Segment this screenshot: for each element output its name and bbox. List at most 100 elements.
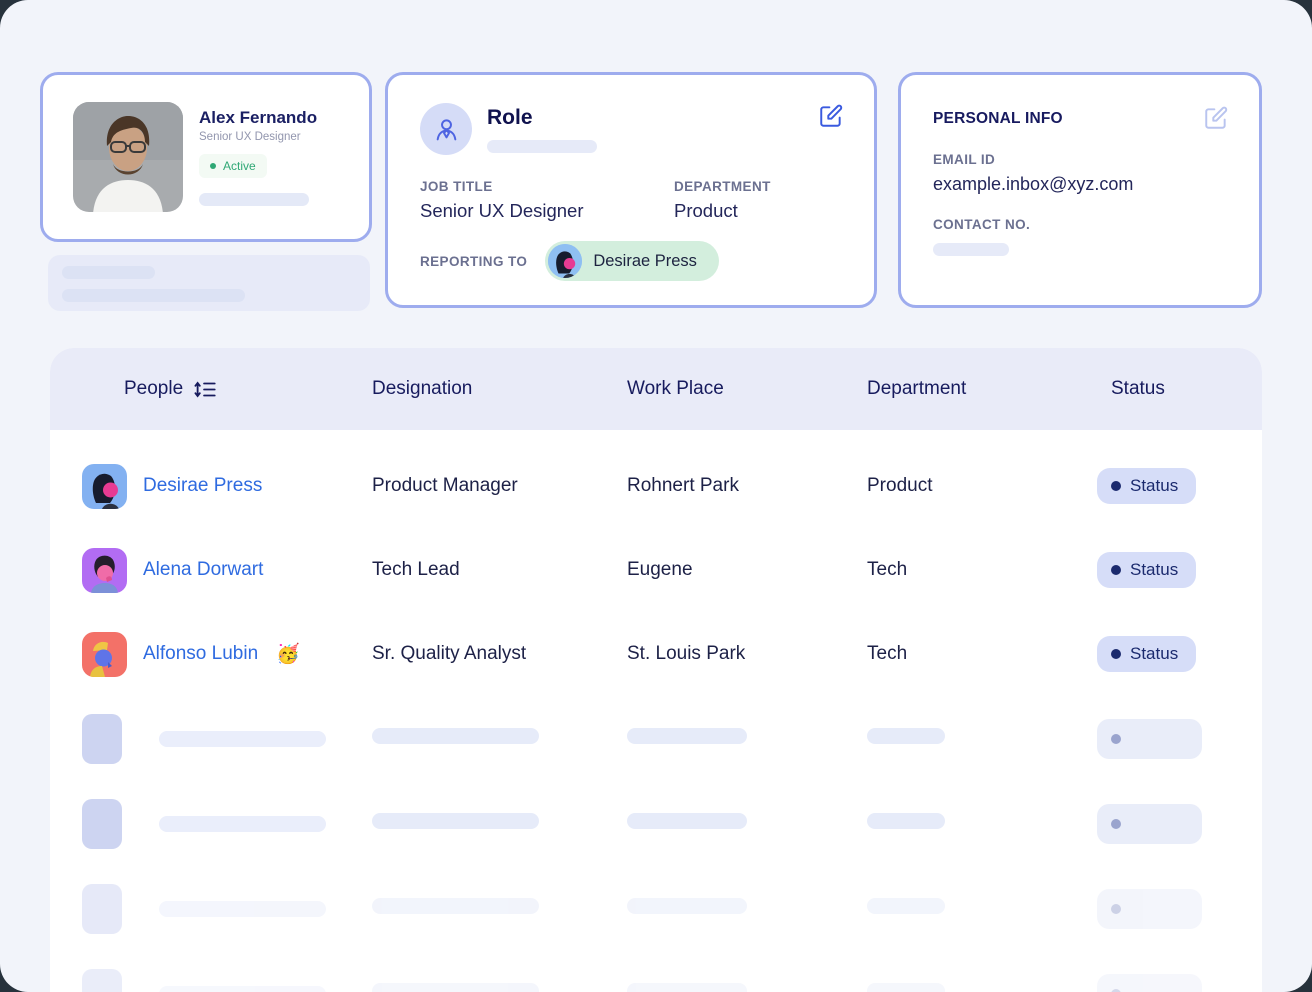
skeleton-table-row	[50, 781, 1262, 866]
skeleton-table-row	[50, 696, 1262, 781]
people-table: People Designation Work Place Department…	[50, 348, 1262, 992]
skeleton-bar	[627, 813, 747, 829]
skeleton-bar	[627, 728, 747, 744]
skeleton-bar	[372, 728, 539, 744]
skeleton-status-pill	[1097, 719, 1202, 759]
status-badge: Active	[199, 154, 267, 178]
avatar	[82, 632, 127, 677]
skeleton-avatar	[82, 884, 122, 934]
email-value: example.inbox@xyz.com	[933, 174, 1229, 195]
skeleton-bar	[159, 731, 326, 747]
skeleton-avatar	[82, 714, 122, 764]
skeleton-bar	[627, 983, 747, 992]
personal-info-card: PERSONAL INFO EMAIL ID example.inbox@xyz…	[898, 72, 1262, 308]
status-pill[interactable]: Status	[1097, 552, 1196, 588]
table-row[interactable]: Alena Dorwart Tech Lead Eugene Tech Stat…	[50, 528, 1262, 612]
column-header-people[interactable]: People	[82, 378, 372, 400]
person-name-link[interactable]: Alfonso Lubin	[143, 643, 258, 665]
profile-photo	[73, 102, 183, 212]
skeleton-bar	[867, 898, 945, 914]
personal-info-title: PERSONAL INFO	[933, 110, 1063, 128]
skeleton-bar	[933, 243, 1009, 256]
department-cell: Tech	[867, 643, 1097, 665]
status-dot-icon	[1111, 481, 1121, 491]
role-icon-circle	[420, 103, 472, 155]
skeleton-table-row	[50, 951, 1262, 992]
skeleton-bar	[199, 193, 309, 206]
status-pill[interactable]: Status	[1097, 636, 1196, 672]
role-edit-button[interactable]	[818, 103, 844, 129]
status-label: Status	[1130, 644, 1178, 664]
status-dot-icon	[1111, 649, 1121, 659]
designation-cell: Product Manager	[372, 475, 627, 497]
column-header-work-place[interactable]: Work Place	[627, 378, 867, 400]
department-cell: Tech	[867, 559, 1097, 581]
table-header: People Designation Work Place Department…	[50, 348, 1262, 430]
skeleton-bar	[62, 289, 245, 302]
status-label: Status	[1130, 560, 1178, 580]
avatar	[82, 464, 127, 509]
skeleton-dot-icon	[1111, 819, 1121, 829]
skeleton-bar	[372, 983, 539, 992]
portrait-man-glasses-icon	[73, 102, 183, 212]
profile-card[interactable]: Alex Fernando Senior UX Designer Active	[40, 72, 372, 242]
skeleton-bar	[867, 983, 945, 992]
column-header-department[interactable]: Department	[867, 378, 1097, 400]
status-pill[interactable]: Status	[1097, 468, 1196, 504]
skeleton-status-pill	[1097, 974, 1202, 992]
department-label: DEPARTMENT	[674, 179, 771, 194]
skeleton-table-row	[50, 866, 1262, 951]
sort-arrows-list-icon[interactable]	[193, 379, 217, 400]
skeleton-bar	[372, 813, 539, 829]
skeleton-bar	[372, 898, 539, 914]
role-card: Role JOB TITLE Senior UX Designer DEPART…	[385, 72, 877, 308]
skeleton-bar	[867, 728, 945, 744]
edit-square-icon	[818, 103, 844, 129]
table-row[interactable]: Alfonso Lubin 🥳 Sr. Quality Analyst St. …	[50, 612, 1262, 696]
avatar	[548, 244, 582, 278]
work-place-cell: St. Louis Park	[627, 643, 867, 665]
reporting-to-chip[interactable]: Desirae Press	[545, 241, 719, 281]
table-row[interactable]: Desirae Press Product Manager Rohnert Pa…	[50, 444, 1262, 528]
person-name-link[interactable]: Alena Dorwart	[143, 559, 263, 581]
skeleton-avatar	[82, 799, 122, 849]
active-dot-icon	[210, 163, 216, 169]
illustrated-woman-dark-hair-icon	[548, 244, 582, 278]
column-header-status[interactable]: Status	[1097, 378, 1230, 400]
department-value: Product	[674, 200, 771, 222]
job-title-label: JOB TITLE	[420, 179, 674, 194]
reporting-to-label: REPORTING TO	[420, 254, 527, 269]
illustrated-woman-dark-hair-icon	[82, 464, 127, 509]
skeleton-dot-icon	[1111, 734, 1121, 744]
skeleton-bar	[159, 816, 326, 832]
skeleton-dot-icon	[1111, 904, 1121, 914]
user-tie-icon	[433, 116, 460, 143]
role-card-title: Role	[487, 106, 597, 130]
skeleton-card	[48, 255, 370, 311]
illustrated-woman-curly-hair-icon	[82, 548, 127, 593]
skeleton-status-pill	[1097, 804, 1202, 844]
skeleton-dot-icon	[1111, 989, 1121, 992]
skeleton-avatar	[82, 969, 122, 992]
job-title-value: Senior UX Designer	[420, 200, 674, 222]
people-header-label: People	[124, 378, 183, 400]
personal-info-edit-button[interactable]	[1203, 105, 1229, 131]
table-body: Desirae Press Product Manager Rohnert Pa…	[50, 430, 1262, 992]
skeleton-bar	[487, 140, 597, 153]
column-header-designation[interactable]: Designation	[372, 378, 627, 400]
profile-info: Alex Fernando Senior UX Designer Active	[199, 108, 317, 206]
skeleton-bar	[627, 898, 747, 914]
person-name-link[interactable]: Desirae Press	[143, 475, 262, 497]
employee-profile-page: Alex Fernando Senior UX Designer Active	[0, 0, 1312, 992]
status-dot-icon	[1111, 565, 1121, 575]
skeleton-bar	[62, 266, 155, 279]
skeleton-status-pill	[1097, 889, 1202, 929]
contact-label: CONTACT NO.	[933, 217, 1229, 232]
department-cell: Product	[867, 475, 1097, 497]
profile-job-title: Senior UX Designer	[199, 131, 317, 143]
active-label: Active	[223, 159, 256, 173]
skeleton-bar	[867, 813, 945, 829]
illustrated-man-yellow-cap-icon	[82, 632, 127, 677]
work-place-cell: Rohnert Park	[627, 475, 867, 497]
status-label: Status	[1130, 476, 1178, 496]
